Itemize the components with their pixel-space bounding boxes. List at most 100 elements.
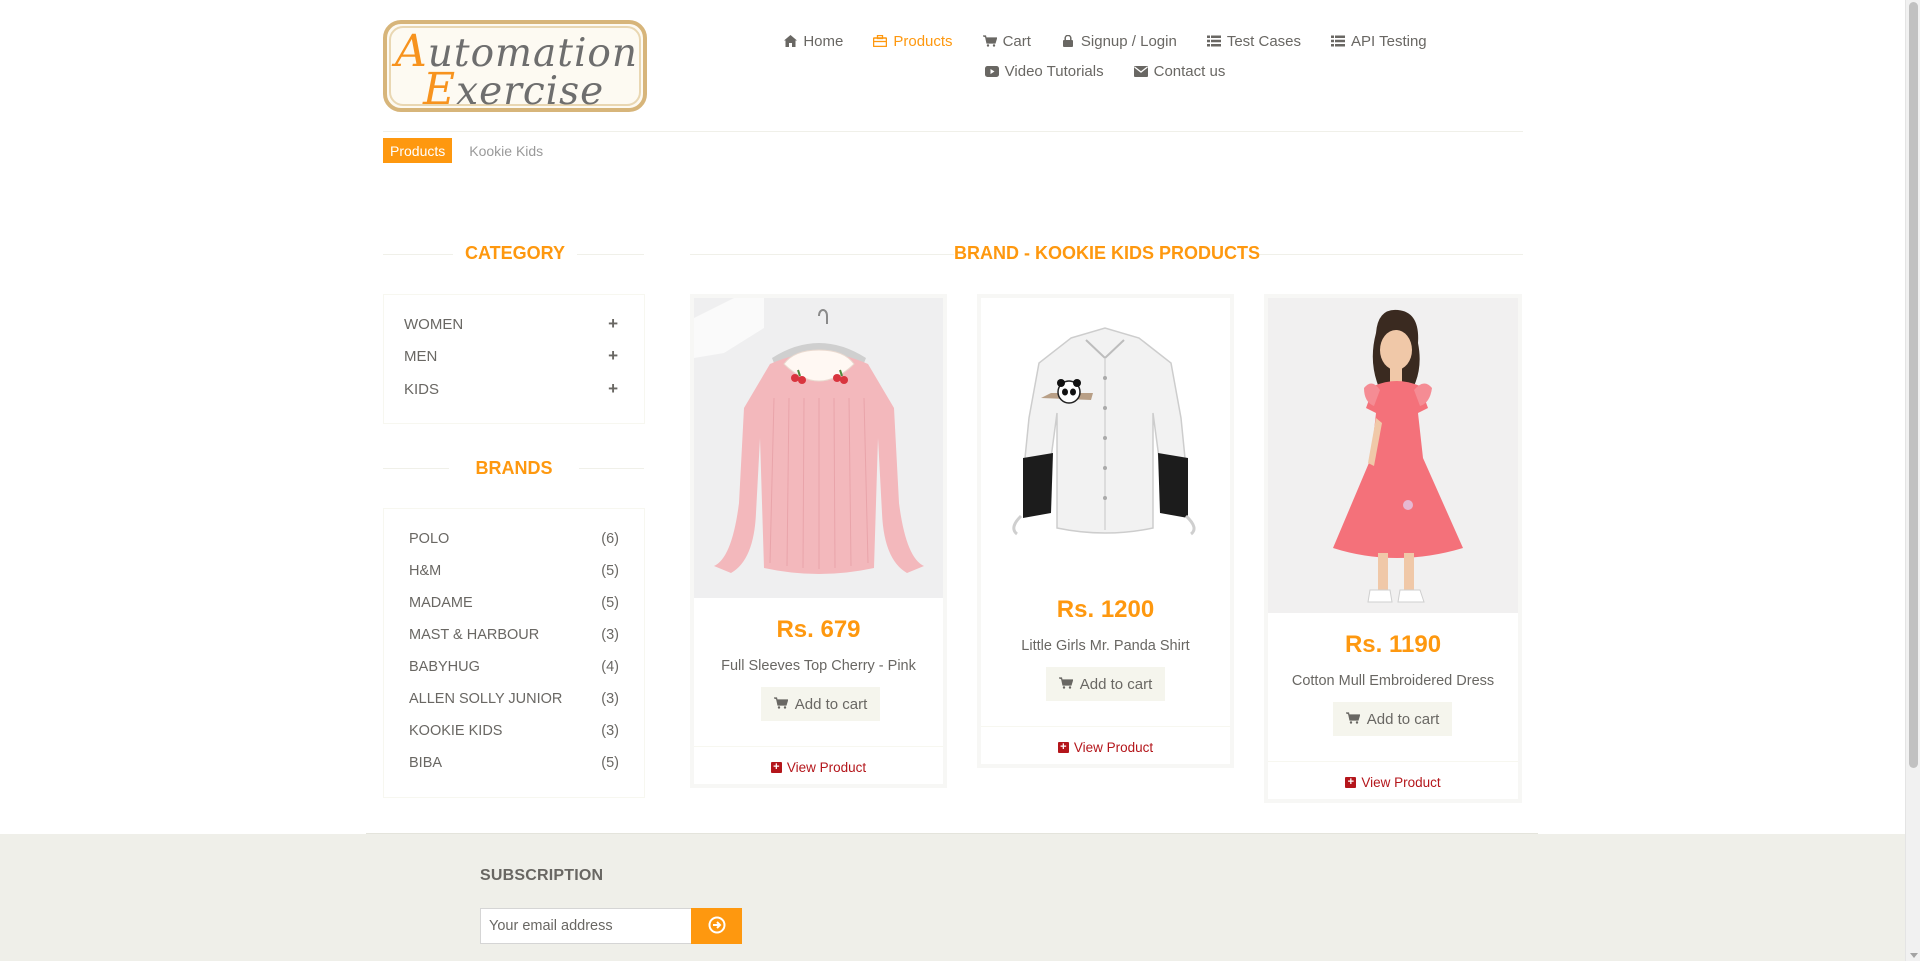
product-image: [1268, 298, 1518, 617]
card-divider: [981, 726, 1230, 727]
main-title-line-left: [690, 254, 954, 255]
view-product-label: View Product: [1073, 740, 1154, 755]
product-price: Rs. 679: [776, 616, 861, 643]
header-divider: [383, 131, 1523, 132]
nav-api-testing[interactable]: API Testing: [1316, 33, 1442, 50]
view-product-link[interactable]: + View Product: [694, 760, 943, 775]
nav-contact-us-label: Contact us: [1153, 62, 1226, 80]
product-price: Rs. 1190: [1344, 631, 1442, 658]
view-product-link[interactable]: + View Product: [981, 740, 1230, 755]
brand-allen-solly-junior-label: ALLEN SOLLY JUNIOR: [409, 691, 563, 707]
nav-home[interactable]: Home: [768, 33, 858, 50]
brand-kookie-kids[interactable]: KOOKIE KIDS (3): [409, 723, 619, 739]
category-title: Category: [464, 243, 565, 263]
brand-hm-count: (5): [601, 563, 619, 579]
view-product-label: View Product: [1361, 775, 1441, 790]
nav-products[interactable]: Products: [858, 33, 967, 50]
brand-hm-label: H&M: [409, 563, 442, 579]
brand-madame-count: (5): [601, 595, 619, 611]
cart-icon: [773, 696, 789, 713]
breadcrumb-current: Kookie Kids: [469, 142, 544, 159]
nav-signup-login[interactable]: Signup / Login: [1046, 33, 1192, 50]
cart-icon: [1058, 676, 1074, 693]
category-panel: WOMEN + MEN + KIDS +: [383, 294, 645, 424]
category-title-line-right: [577, 254, 644, 255]
card-divider: [694, 746, 943, 747]
nav-row-1: Home Products Cart Signup / Login Test C…: [760, 26, 1450, 56]
brand-hm[interactable]: H&M (5): [409, 563, 619, 579]
brand-allen-solly-junior[interactable]: ALLEN SOLLY JUNIOR (3): [409, 691, 619, 707]
nav-home-label: Home: [803, 32, 844, 50]
product-image: [694, 298, 943, 598]
page-scrollbar[interactable]: [1905, 0, 1920, 961]
plus-square-icon: +: [1057, 742, 1069, 753]
subscribe-button[interactable]: [691, 908, 742, 944]
brand-polo-count: (6): [601, 531, 619, 547]
add-to-cart-button[interactable]: Add to cart: [1333, 702, 1452, 736]
main-title-line-right: [1258, 254, 1523, 255]
brand-kookie-kids-count: (3): [601, 723, 619, 739]
add-to-cart-label: Add to cart: [1079, 675, 1153, 693]
lock-icon: [1061, 34, 1075, 48]
brand-mast-harbour[interactable]: MAST & HARBOUR (3): [409, 627, 619, 643]
product-name: Full Sleeves Top Cherry - Pink: [721, 658, 916, 674]
category-women[interactable]: WOMEN +: [404, 314, 618, 334]
brand-mast-harbour-label: MAST & HARBOUR: [409, 627, 540, 643]
main-nav: Home Products Cart Signup / Login Test C…: [760, 26, 1450, 86]
product-card: Rs. 679 Full Sleeves Top Cherry - Pink A…: [690, 294, 947, 788]
scrollbar-thumb[interactable]: [1909, 2, 1918, 768]
brand-biba-label: BIBA: [409, 755, 443, 771]
site-logo[interactable]: Automation Exercise: [383, 20, 647, 112]
brand-babyhug[interactable]: BABYHUG (4): [409, 659, 619, 675]
product-price: Rs. 1200: [1056, 596, 1155, 623]
category-men[interactable]: MEN +: [404, 346, 618, 366]
cart-icon: [1345, 711, 1361, 728]
arrow-circle-right-icon: [708, 916, 726, 937]
product-card: Rs. 1190 Cotton Mull Embroidered Dress A…: [1264, 294, 1522, 803]
subscription-title: Subscription: [480, 867, 604, 884]
brand-biba-count: (5): [601, 755, 619, 771]
brand-allen-solly-junior-count: (3): [601, 691, 619, 707]
brand-products-title: Brand - Kookie Kids Products: [954, 243, 1261, 263]
brand-biba[interactable]: BIBA (5): [409, 755, 619, 771]
brands-title-line-right: [579, 468, 644, 469]
brand-babyhug-label: BABYHUG: [409, 659, 480, 675]
nav-video-tutorials[interactable]: Video Tutorials: [970, 63, 1119, 80]
product-image: [981, 298, 1230, 578]
brand-madame[interactable]: MADAME (5): [409, 595, 619, 611]
add-to-cart-button[interactable]: Add to cart: [1046, 667, 1165, 701]
brands-title: Brands: [475, 458, 553, 478]
product-name: Little Girls Mr. Panda Shirt: [1021, 638, 1190, 654]
list-icon: [1331, 34, 1346, 48]
scroll-down-arrow-icon[interactable]: [1910, 953, 1918, 958]
category-title-line-left: [383, 254, 453, 255]
cart-icon: [982, 34, 997, 48]
products-icon: [873, 34, 888, 48]
brand-babyhug-count: (4): [601, 659, 619, 675]
category-kids[interactable]: KIDS +: [404, 379, 618, 399]
brand-polo[interactable]: POLO (6): [409, 531, 619, 547]
nav-api-testing-label: API Testing: [1351, 32, 1427, 50]
nav-products-label: Products: [893, 32, 953, 50]
expand-plus-icon[interactable]: +: [608, 379, 618, 399]
youtube-icon: [984, 64, 999, 78]
add-to-cart-button[interactable]: Add to cart: [761, 687, 880, 721]
nav-test-cases-label: Test Cases: [1226, 32, 1302, 50]
nav-cart[interactable]: Cart: [968, 33, 1046, 50]
category-women-label: WOMEN: [404, 315, 464, 333]
card-divider: [1268, 761, 1518, 762]
nav-video-tutorials-label: Video Tutorials: [1004, 62, 1104, 80]
subscribe-email-input[interactable]: [480, 908, 692, 944]
category-men-label: MEN: [404, 347, 438, 365]
add-to-cart-label: Add to cart: [1366, 710, 1440, 728]
expand-plus-icon[interactable]: +: [608, 346, 618, 366]
footer: [0, 834, 1905, 961]
view-product-link[interactable]: + View Product: [1268, 775, 1518, 790]
expand-plus-icon[interactable]: +: [608, 314, 618, 334]
product-card: Rs. 1200 Little Girls Mr. Panda Shirt Ad…: [977, 294, 1234, 768]
nav-test-cases[interactable]: Test Cases: [1192, 33, 1316, 50]
breadcrumb-products[interactable]: Products: [383, 138, 453, 163]
nav-signup-login-label: Signup / Login: [1080, 32, 1177, 50]
nav-contact-us[interactable]: Contact us: [1119, 63, 1241, 80]
nav-row-2: Video Tutorials Contact us: [760, 56, 1450, 86]
